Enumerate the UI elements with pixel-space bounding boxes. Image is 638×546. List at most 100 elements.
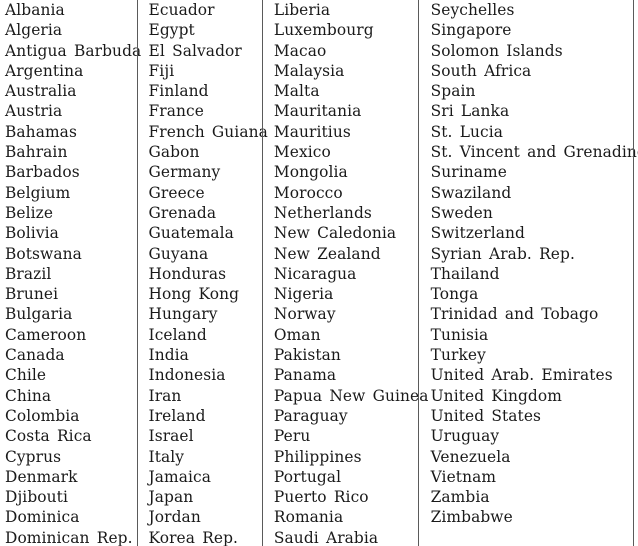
country-columns-table: Albania Algeria Antigua Barbuda Argentina Au…	[0, 0, 638, 546]
country-list-item: Singapore	[430, 21, 512, 40]
country-list-item: Belize	[5, 203, 54, 222]
column-divider-3	[418, 0, 419, 546]
table-right-border	[633, 0, 634, 546]
country-list-item: Grenada	[148, 203, 217, 222]
country-list-item: Liberia	[273, 1, 331, 19]
country-list-item: South Africa	[430, 61, 532, 80]
country-list-item: Costa Rica	[5, 427, 92, 446]
country-list-item: United States	[430, 406, 542, 425]
country-list-1: Albania Algeria Antigua Barbuda Argentina Au…	[0, 0, 141, 546]
country-list-item: Dominican Rep.	[5, 528, 133, 546]
country-list-item: Paraguay	[273, 406, 348, 425]
country-list-item: Turkey	[430, 346, 486, 365]
country-list-item: Spain	[430, 82, 476, 101]
country-list-item: United Kingdom	[430, 386, 562, 405]
country-list-item: Belgium	[5, 183, 71, 202]
country-list-item: Australia	[5, 82, 77, 101]
country-column-4: Seychelles Singapore Solomon Islands South …	[421, 0, 638, 546]
country-list-item: Argentina	[5, 61, 84, 80]
country-list-item: Ireland	[148, 406, 206, 425]
country-list-item: St. Vincent and Grenadines	[430, 143, 638, 162]
country-list-item: Vietnam	[430, 467, 497, 486]
country-list-item: Malaysia	[273, 61, 345, 80]
country-list-2: Ecuador Egypt El Salvador Fiji Finland France…	[139, 0, 268, 546]
country-list-item: El Salvador	[148, 41, 242, 60]
country-list-item: Venezuela	[430, 447, 511, 466]
country-list-item: France	[148, 102, 204, 121]
country-list-item: Panama	[273, 366, 337, 385]
country-list-item: Saudi Arabia	[273, 528, 379, 546]
country-list-item: Greece	[148, 183, 205, 202]
country-list-item: Switzerland	[430, 224, 525, 243]
country-list-item: Hong Kong	[148, 285, 240, 304]
country-list-item: Algeria	[5, 21, 63, 40]
country-column-3: Liberia Luxembourg Macao Malaysia Malta Mauri…	[264, 0, 429, 546]
country-list-item: Pakistan	[273, 346, 341, 365]
country-list-item: Mauritania	[273, 102, 362, 121]
country-list-item: Italy	[148, 447, 185, 466]
country-list-item: Zambia	[430, 488, 490, 507]
country-list-item: Brunei	[5, 285, 59, 304]
country-list-item: Tonga	[430, 285, 479, 304]
country-list-item: Oman	[273, 325, 321, 344]
column-divider-1	[137, 0, 138, 546]
country-list-item: Honduras	[148, 264, 227, 283]
country-list-item: Bahamas	[5, 122, 77, 141]
country-list-item: Norway	[273, 305, 336, 324]
country-list-item: Zimbabwe	[430, 508, 513, 527]
country-list-item: Egypt	[148, 21, 195, 40]
country-list-item: Guatemala	[148, 224, 234, 243]
country-list-item: Cyprus	[5, 447, 62, 466]
country-list-item: Guyana	[148, 244, 209, 263]
country-list-item: Mauritius	[273, 122, 351, 141]
country-list-item: Bolivia	[5, 224, 59, 243]
country-list-item: Philippines	[273, 447, 362, 466]
country-list-item: Peru	[273, 427, 311, 446]
country-column-1: Albania Algeria Antigua Barbuda Argentina Au…	[0, 0, 141, 546]
country-list-item: Israel	[148, 427, 194, 446]
country-list-item: Sri Lanka	[430, 102, 510, 121]
country-list-item: China	[5, 386, 52, 405]
country-list-item: Papua New Guinea	[273, 386, 429, 405]
country-list-item: Japan	[148, 488, 194, 507]
country-list-item: Cameroon	[5, 325, 87, 344]
country-list-item: Netherlands	[273, 203, 372, 222]
country-column-2: Ecuador Egypt El Salvador Fiji Finland France…	[139, 0, 268, 546]
country-list-item: Iceland	[148, 325, 207, 344]
country-list-item: Hungary	[148, 305, 218, 324]
country-list-item: Bahrain	[5, 143, 68, 162]
country-list-item: Macao	[273, 41, 327, 60]
country-list-item: Brazil	[5, 264, 52, 283]
country-list-item: Trinidad and Tobago	[430, 305, 599, 324]
country-list-item: Mongolia	[273, 163, 348, 182]
country-list-item: Bulgaria	[5, 305, 73, 324]
country-list-item: French Guiana	[148, 122, 268, 141]
country-list-item: Finland	[148, 82, 209, 101]
country-list-item: Djibouti	[5, 488, 68, 507]
country-list-item: Swaziland	[430, 183, 512, 202]
country-list-item: Romania	[273, 508, 344, 527]
country-list-item: Morocco	[273, 183, 343, 202]
country-list-item: Mexico	[273, 143, 331, 162]
country-list-item: Barbados	[5, 163, 80, 182]
column-divider-2	[262, 0, 263, 546]
country-list-item: Chile	[5, 366, 47, 385]
country-list-item: Solomon Islands	[430, 41, 563, 60]
country-list-item: Albania	[5, 1, 65, 19]
country-list-item: Jamaica	[148, 467, 212, 486]
country-list-table: Albania Algeria Antigua Barbuda Argentina Au…	[0, 0, 638, 546]
country-list-item: Korea Rep.	[148, 528, 239, 546]
country-list-item: Denmark	[5, 467, 78, 486]
country-list-item: United Arab. Emirates	[430, 366, 613, 385]
country-list-item: Uruguay	[430, 427, 500, 446]
country-list-item: Syrian Arab. Rep.	[430, 244, 575, 263]
country-list-item: St. Lucia	[430, 122, 504, 141]
country-list-item: Austria	[5, 102, 63, 121]
country-list-item: Iran	[148, 386, 182, 405]
country-list-item: Nicaragua	[273, 264, 357, 283]
country-list-item: India	[148, 346, 189, 365]
country-list-item: Luxembourg	[273, 21, 374, 40]
country-list-item: Jordan	[148, 508, 201, 527]
country-list-item: Portugal	[273, 467, 342, 486]
country-list-item: Malta	[273, 82, 320, 101]
